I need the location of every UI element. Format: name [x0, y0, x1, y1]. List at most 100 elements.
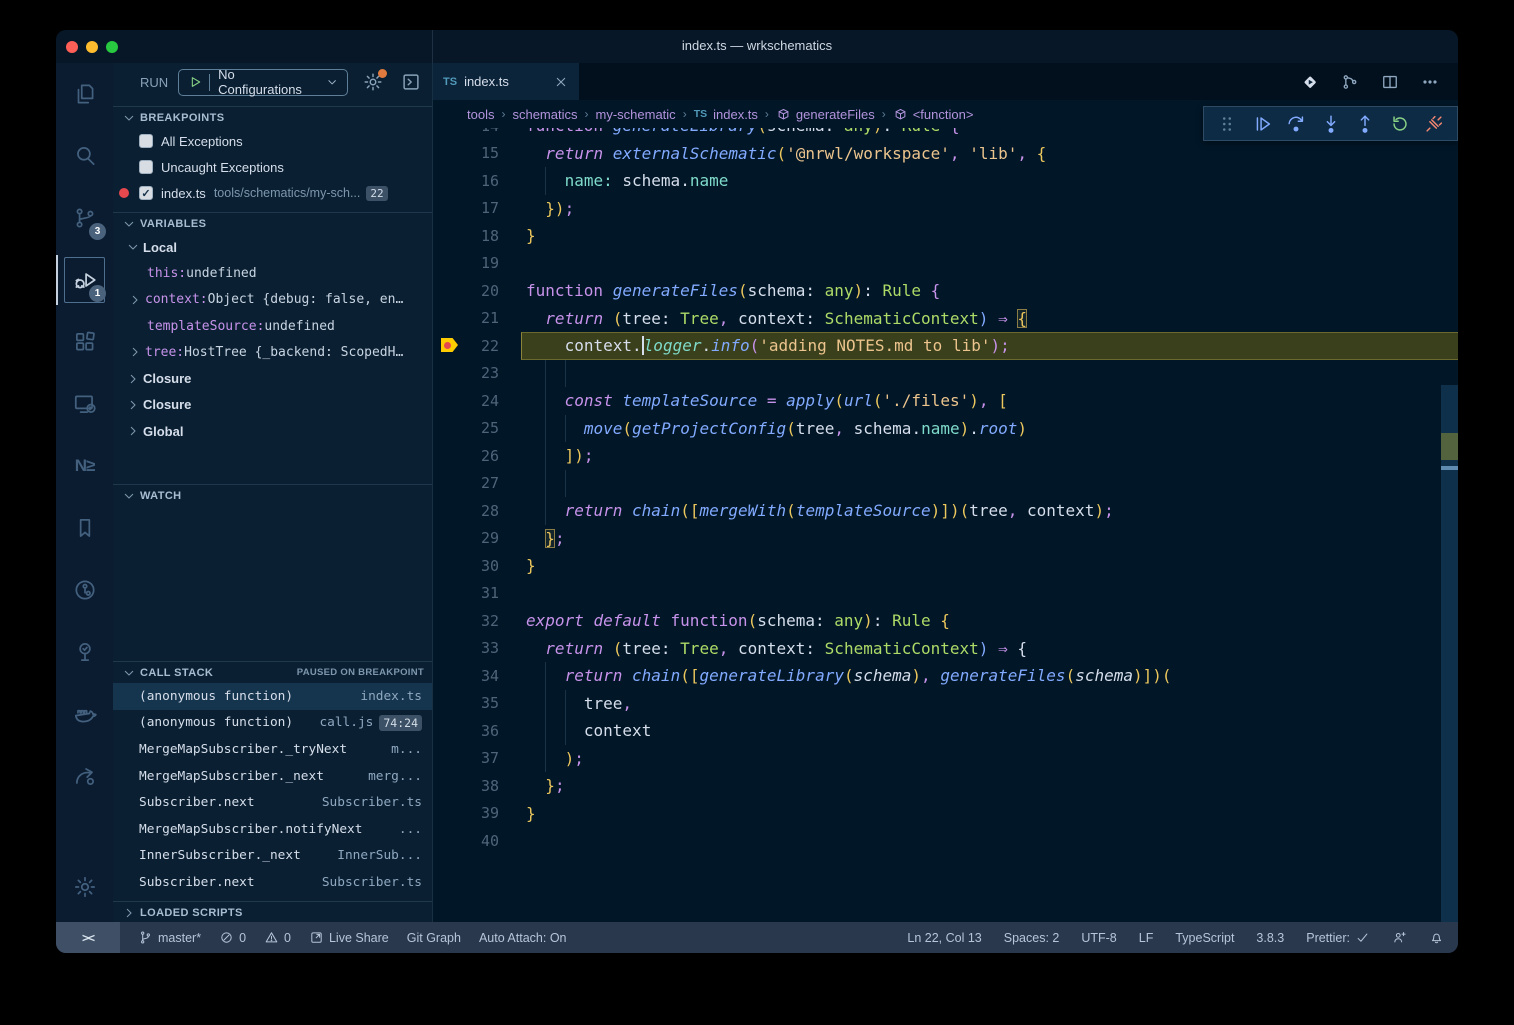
breakpoint-row[interactable]: ✓index.tstools/schematics/my-sch...22	[113, 180, 432, 206]
glyph-margin[interactable]	[433, 635, 469, 663]
activity-item-search[interactable]	[56, 125, 113, 187]
variable-row[interactable]: this: undefined	[113, 260, 432, 286]
code-line-34[interactable]: 34return chain([generateLibrary(schema),…	[433, 662, 1458, 690]
glyph-margin[interactable]	[433, 250, 469, 278]
code-line-18[interactable]: 18}	[433, 222, 1458, 250]
code-line-35[interactable]: 35tree,	[433, 690, 1458, 718]
variable-row[interactable]: templateSource: undefined	[113, 313, 432, 339]
code-line-17[interactable]: 17});	[433, 195, 1458, 223]
configure-gear-icon[interactable]	[362, 71, 384, 93]
step-into-button[interactable]	[1320, 113, 1342, 135]
start-debugging-icon[interactable]	[187, 73, 203, 91]
status-item-lf[interactable]: LF	[1139, 931, 1154, 945]
status-item-auto-attach-on[interactable]: Auto Attach: On	[479, 931, 567, 945]
call-stack-frame[interactable]: Subscriber.nextSubscriber.ts	[113, 789, 432, 816]
split-editor-icon[interactable]	[1380, 72, 1400, 92]
glyph-margin[interactable]	[433, 690, 469, 718]
call-stack-frame[interactable]: Subscriber.nextSubscriber.ts	[113, 869, 432, 896]
code-line-23[interactable]: 23	[433, 360, 1458, 388]
call-stack-frame[interactable]: (anonymous function)call.js74:24	[113, 710, 432, 737]
glyph-margin[interactable]	[433, 387, 469, 415]
call-stack-frame[interactable]: (anonymous function)index.ts	[113, 683, 432, 710]
activity-item-git-graph[interactable]	[56, 559, 113, 621]
code-line-16[interactable]: 16name: schema.name	[433, 167, 1458, 195]
glyph-margin[interactable]	[433, 745, 469, 773]
glyph-margin[interactable]	[433, 305, 469, 333]
activity-item-remote-explorer[interactable]	[56, 373, 113, 435]
code-line-38[interactable]: 38};	[433, 772, 1458, 800]
glyph-margin[interactable]	[433, 222, 469, 250]
activity-item-deploy[interactable]	[56, 745, 113, 807]
activity-item-nx-console[interactable]: N≥	[56, 435, 113, 497]
step-out-button[interactable]	[1354, 113, 1376, 135]
code-line-20[interactable]: 20function generateFiles(schema: any): R…	[433, 277, 1458, 305]
breakpoints-header[interactable]: BREAKPOINTS	[113, 106, 432, 128]
activity-item-source-control[interactable]: 3	[56, 187, 113, 249]
code-line-31[interactable]: 31	[433, 580, 1458, 608]
toolbar-drag-grip[interactable]	[1216, 113, 1238, 135]
call-stack-frame[interactable]: MergeMapSubscriber._nextmerg...	[113, 763, 432, 790]
code-line-26[interactable]: 26]);	[433, 442, 1458, 470]
glyph-margin[interactable]	[433, 717, 469, 745]
glyph-margin[interactable]	[433, 662, 469, 690]
source-control-graph-icon[interactable]	[1340, 72, 1360, 92]
code-line-27[interactable]: 27	[433, 470, 1458, 498]
debug-console-icon[interactable]	[400, 71, 422, 93]
breadcrumb-item[interactable]: <function>	[893, 107, 974, 122]
glyph-margin[interactable]	[433, 772, 469, 800]
close-tab-icon[interactable]	[553, 74, 569, 90]
code-line-24[interactable]: 24const templateSource = apply(url('./fi…	[433, 387, 1458, 415]
variable-row[interactable]: tree: HostTree {_backend: ScopedH…	[113, 339, 432, 365]
breakpoint-row[interactable]: Uncaught Exceptions	[113, 154, 432, 180]
activity-item-settings-gear[interactable]	[56, 856, 113, 918]
variables-scope-row[interactable]: Closure	[113, 392, 432, 418]
status-item-typescript[interactable]: TypeScript	[1175, 931, 1234, 945]
status-item-spaces-2[interactable]: Spaces: 2	[1004, 931, 1060, 945]
code-line-40[interactable]: 40	[433, 827, 1458, 855]
glyph-margin[interactable]	[433, 607, 469, 635]
glyph-margin[interactable]	[433, 800, 469, 828]
breakpoint-checkbox[interactable]: ✓	[139, 186, 153, 200]
disconnect-button[interactable]	[1423, 113, 1445, 135]
open-changes-icon[interactable]	[1300, 72, 1320, 92]
glyph-margin[interactable]	[433, 415, 469, 443]
breakpoint-row[interactable]: All Exceptions	[113, 128, 432, 154]
activity-item-run-debug[interactable]: 1	[56, 249, 113, 311]
breakpoint-checkbox[interactable]	[139, 134, 153, 148]
status-item-live-share[interactable]: Live Share	[309, 930, 389, 945]
status-item-3-8-3[interactable]: 3.8.3	[1256, 931, 1284, 945]
breadcrumb-item[interactable]: tools	[467, 107, 494, 122]
continue-button[interactable]	[1251, 113, 1273, 135]
code-line-28[interactable]: 28return chain([mergeWith(templateSource…	[433, 497, 1458, 525]
status-item-master[interactable]: master*	[138, 930, 201, 945]
call-stack-frame[interactable]: InnerSubscriber._nextInnerSub...	[113, 843, 432, 870]
code-line-33[interactable]: 33return (tree: Tree, context: Schematic…	[433, 635, 1458, 663]
glyph-margin[interactable]	[433, 167, 469, 195]
more-actions-icon[interactable]	[1420, 72, 1440, 92]
code-line-30[interactable]: 30}	[433, 552, 1458, 580]
status-item-0[interactable]: 0	[219, 930, 246, 945]
status-item-bell[interactable]	[1429, 930, 1444, 945]
activity-item-extensions[interactable]	[56, 311, 113, 373]
call-stack-header[interactable]: CALL STACK PAUSED ON BREAKPOINT	[113, 661, 432, 683]
breadcrumb-item[interactable]: TSindex.ts	[694, 107, 758, 122]
glyph-margin[interactable]	[433, 140, 469, 168]
status-item-feedback[interactable]	[1392, 930, 1407, 945]
glyph-margin[interactable]	[433, 497, 469, 525]
glyph-margin[interactable]	[433, 525, 469, 553]
glyph-margin[interactable]	[433, 332, 469, 360]
code-line-32[interactable]: 32export default function(schema: any): …	[433, 607, 1458, 635]
glyph-margin[interactable]	[433, 195, 469, 223]
code-line-25[interactable]: 25move(getProjectConfig(tree, schema.nam…	[433, 415, 1458, 443]
code-line-21[interactable]: 21return (tree: Tree, context: Schematic…	[433, 305, 1458, 333]
breadcrumb-item[interactable]: schematics	[512, 107, 577, 122]
glyph-margin[interactable]	[433, 470, 469, 498]
remote-indicator[interactable]: ><	[56, 922, 120, 953]
status-item-git-graph[interactable]: Git Graph	[407, 931, 461, 945]
call-stack-frame[interactable]: MergeMapSubscriber._tryNextm...	[113, 736, 432, 763]
tab-index-ts[interactable]: TS index.ts	[433, 63, 579, 100]
code-line-19[interactable]: 19	[433, 250, 1458, 278]
glyph-margin[interactable]	[433, 277, 469, 305]
chevron-down-icon[interactable]	[325, 74, 339, 90]
activity-item-bookmarks[interactable]	[56, 497, 113, 559]
